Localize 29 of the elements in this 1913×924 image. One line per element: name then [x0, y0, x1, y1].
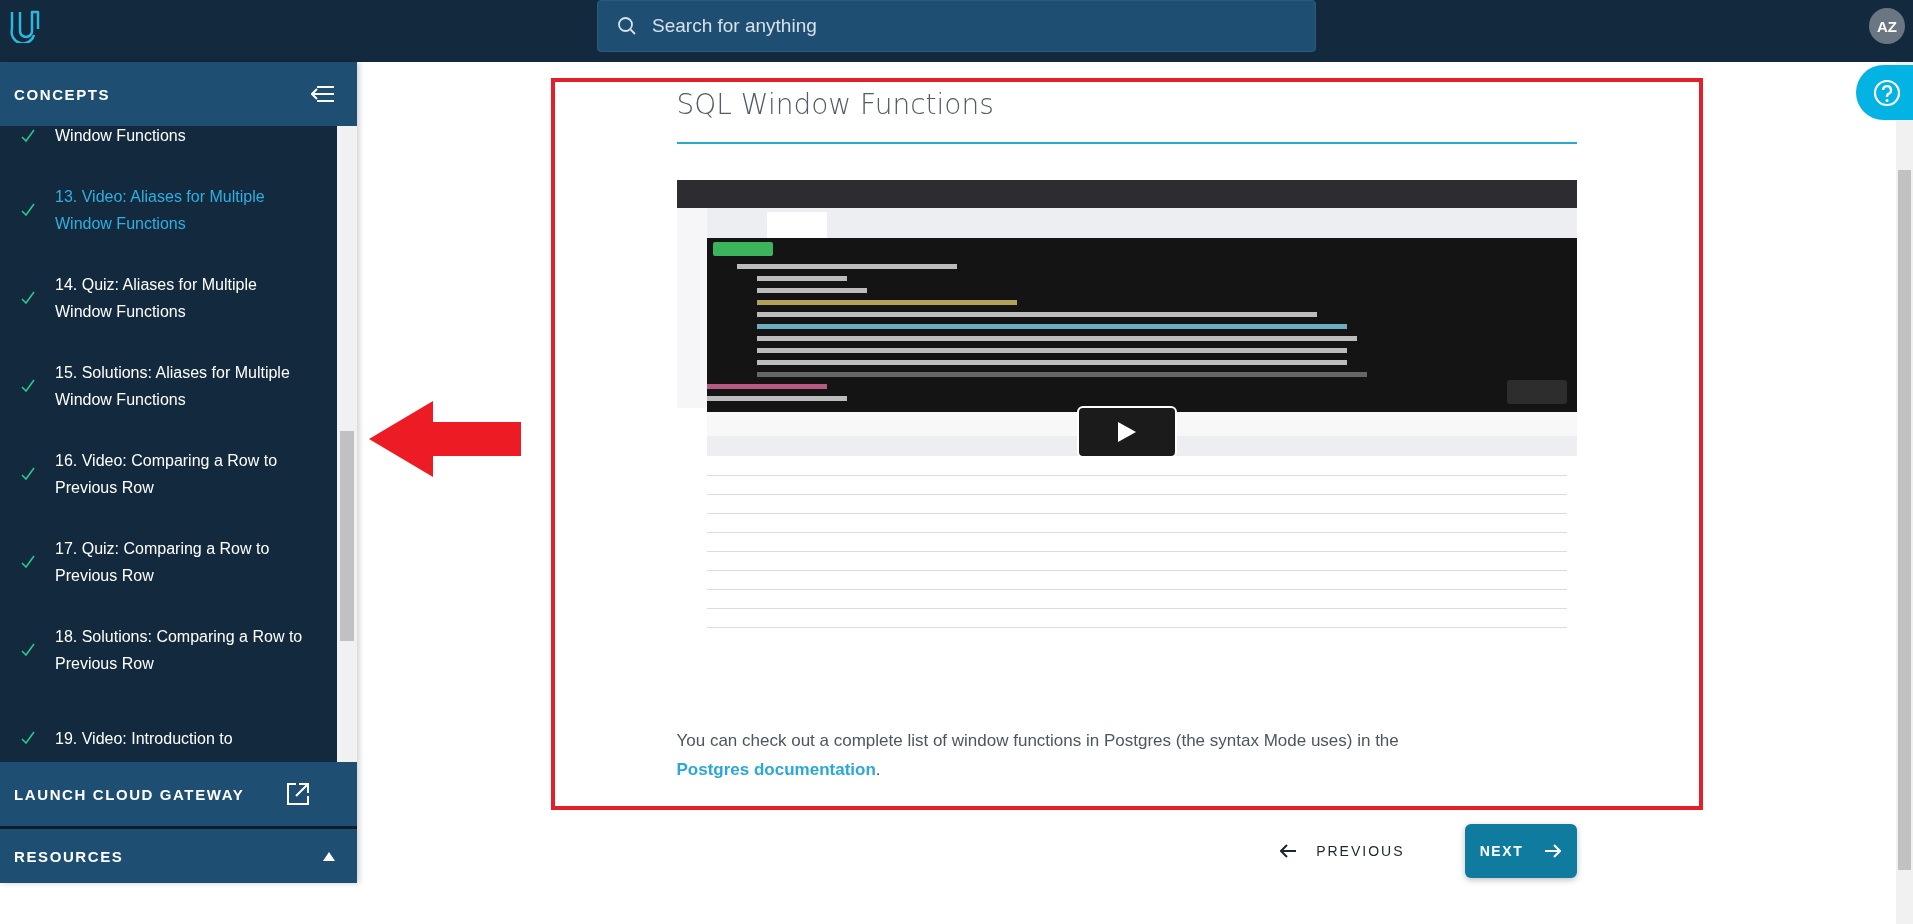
note-paragraph: You can check out a complete list of window functions in Postgres (the syntax Mode uses) in the Postgres documentation.	[676, 730, 1400, 781]
logo-icon[interactable]	[8, 9, 42, 43]
search-icon	[617, 16, 637, 36]
lesson-title: SQL Window Functions	[676, 87, 995, 122]
scrollbar[interactable]	[337, 126, 357, 762]
play-icon	[1117, 422, 1136, 442]
launch-button[interactable]: LAUNCH CLOUD GATEWAY	[0, 762, 357, 829]
next-button[interactable]: NEXT	[1464, 824, 1577, 878]
concept-item[interactable]: 18. Solutions: Comparing a Row to Previous Row	[0, 606, 337, 694]
concept-item[interactable]: 16. Video: Comparing a Row to Previous Row	[0, 430, 337, 518]
concept-item[interactable]: 15. Solutions: Aliases for Multiple Window Functions	[0, 342, 337, 430]
concept-item[interactable]: 19. Video: Introduction to	[0, 694, 337, 762]
arrow-left-icon	[1280, 844, 1297, 858]
help-icon	[1872, 78, 1901, 107]
caret-icon	[323, 851, 335, 861]
external-link-icon	[287, 783, 309, 805]
concept-item[interactable]: 13. Video: Aliases for Multiple Window Functions	[0, 166, 337, 254]
page-scrollbar[interactable]	[1896, 62, 1913, 924]
concepts-heading: CONCEPTS	[14, 85, 111, 103]
play-button[interactable]	[1076, 406, 1177, 458]
resources-toggle[interactable]: RESOURCES	[0, 829, 357, 883]
concept-item[interactable]: 17. Quiz: Comparing a Row to Previous Row	[0, 518, 337, 606]
user-avatar[interactable]: AZ	[1869, 8, 1905, 44]
collapse-icon[interactable]	[311, 85, 335, 103]
arrow-right-icon	[1545, 844, 1562, 858]
concept-item[interactable]: Window Functions	[0, 126, 337, 166]
previous-button[interactable]: PREVIOUS	[1274, 824, 1411, 878]
concept-item[interactable]: 14. Quiz: Aliases for Multiple Window Functions	[0, 254, 337, 342]
search-field[interactable]: Search for anything	[597, 0, 1316, 52]
